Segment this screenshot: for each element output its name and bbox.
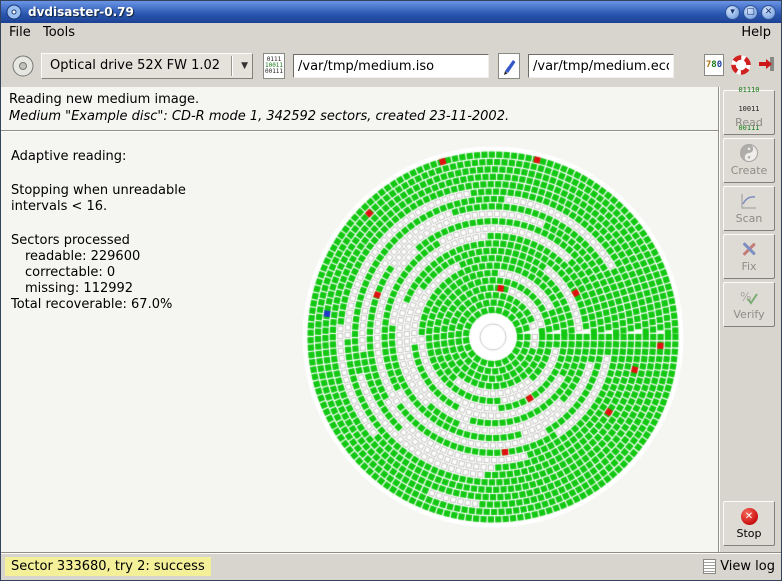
drive-select-value: Optical drive 52X FW 1.02 bbox=[50, 58, 220, 73]
scan-button[interactable]: Scan bbox=[723, 186, 775, 231]
stop-icon: ✕ bbox=[724, 504, 774, 528]
menu-help[interactable]: Help bbox=[737, 25, 775, 40]
minimize-button[interactable]: ▾ bbox=[725, 5, 740, 20]
disc-sector-spiral bbox=[295, 141, 691, 537]
stopping-text-1: Stopping when unreadable bbox=[11, 183, 281, 199]
menubar: File Tools Help bbox=[1, 23, 781, 43]
status-line-medium: Medium "Example disc": CD-R mode 1, 3425… bbox=[9, 109, 509, 124]
read-button[interactable]: 01110 10011 00111 Read bbox=[723, 90, 775, 135]
stop-button[interactable]: ✕ Stop bbox=[723, 501, 775, 546]
create-button[interactable]: Create bbox=[723, 138, 775, 183]
app-icon bbox=[6, 4, 22, 20]
image-file-input[interactable] bbox=[293, 54, 489, 78]
reading-info-block: Adaptive reading: Stopping when unreadab… bbox=[11, 149, 281, 313]
horizontal-separator bbox=[1, 130, 718, 131]
ecc-file-input[interactable] bbox=[528, 54, 674, 78]
readable-count: readable: 229600 bbox=[11, 249, 281, 265]
action-sidebar: 01110 10011 00111 Read Create Scan Fix bbox=[720, 87, 781, 553]
correctable-count: correctable: 0 bbox=[11, 265, 281, 281]
menu-file[interactable]: File bbox=[5, 25, 35, 40]
image-file-icon: 0111 10011 00111 bbox=[263, 53, 285, 79]
view-log-label: View log bbox=[720, 559, 775, 574]
fix-tools-icon bbox=[724, 237, 774, 261]
create-icon bbox=[724, 141, 774, 165]
drive-icon[interactable] bbox=[9, 53, 37, 83]
sector-status-message: Sector 333680, try 2: success bbox=[5, 557, 211, 576]
app-window: dvdisaster-0.79 ▾ ▢ ✕ File Tools Help Op… bbox=[0, 0, 782, 581]
verify-icon: % bbox=[724, 285, 774, 309]
adaptive-reading-title: Adaptive reading: bbox=[11, 149, 281, 165]
ecc-file-icon bbox=[498, 53, 520, 79]
stopping-text-2: intervals < 16. bbox=[11, 199, 281, 215]
scan-icon bbox=[724, 189, 774, 213]
preferences-icon[interactable]: 780 bbox=[704, 54, 724, 76]
total-recoverable: Total recoverable: 67.0% bbox=[11, 297, 281, 313]
statusbar: Sector 333680, try 2: success View log bbox=[1, 553, 781, 580]
menu-tools[interactable]: Tools bbox=[39, 25, 79, 40]
view-log-button[interactable]: View log bbox=[703, 557, 775, 576]
maximize-button[interactable]: ▢ bbox=[743, 5, 758, 20]
verify-button[interactable]: % Verify bbox=[723, 282, 775, 327]
vertical-separator bbox=[718, 87, 719, 553]
log-icon bbox=[703, 559, 716, 574]
quit-icon[interactable] bbox=[757, 54, 777, 78]
window-title: dvdisaster-0.79 bbox=[28, 5, 134, 19]
status-line-action: Reading new medium image. bbox=[9, 92, 199, 107]
sectors-processed-title: Sectors processed bbox=[11, 233, 281, 249]
missing-count: missing: 112992 bbox=[11, 281, 281, 297]
titlebar[interactable]: dvdisaster-0.79 ▾ ▢ ✕ bbox=[1, 1, 781, 23]
close-button[interactable]: ✕ bbox=[761, 5, 776, 20]
chevron-down-icon: ▼ bbox=[241, 61, 248, 71]
fix-button[interactable]: Fix bbox=[723, 234, 775, 279]
drive-select-dropdown[interactable]: Optical drive 52X FW 1.02 ▼ bbox=[41, 53, 253, 79]
read-binary-icon: 01110 10011 00111 bbox=[724, 93, 774, 117]
